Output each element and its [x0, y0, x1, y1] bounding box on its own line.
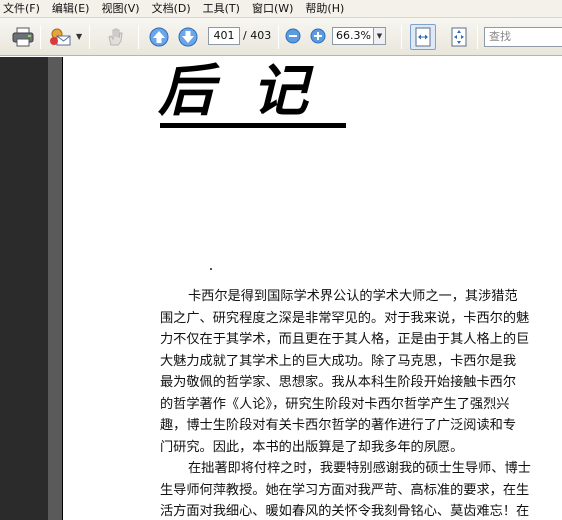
toolbar-separator [477, 25, 478, 49]
toolbar-separator [40, 25, 41, 49]
menu-bar: 文件(F) 编辑(E) 视图(V) 文档(D) 工具(T) 窗口(W) 帮助(H) [0, 0, 562, 18]
fit-width-icon[interactable] [410, 24, 436, 50]
hand-tool-icon[interactable] [102, 24, 128, 50]
menu-item[interactable]: 帮助(H) [300, 0, 351, 18]
text-line: 卡西尔是得到国际学术界公认的学术大师之一，其涉猎范 [188, 289, 518, 304]
text-line: 最为敬佩的哲学家、思想家。我从本科生阶段开始接触卡西尔 [160, 375, 517, 390]
zoom-out-icon[interactable] [285, 28, 301, 44]
text-line: 围之广、研究程度之深是非常罕见的。对于我来说，卡西尔的魅 [160, 310, 530, 326]
text-line: 大魅力成就了其学术上的巨大成功。除了马克思，卡西尔是我 [160, 353, 517, 369]
fit-page-icon[interactable] [446, 24, 472, 50]
menu-item[interactable]: 工具(T) [198, 0, 247, 18]
navigation-pane [0, 57, 48, 520]
print-icon[interactable] [10, 24, 36, 50]
zoom-dropdown-arrow[interactable]: ▼ [374, 27, 386, 45]
menu-item[interactable]: 编辑(E) [47, 0, 97, 18]
email-icon[interactable] [47, 24, 73, 50]
zoom-in-icon[interactable] [310, 28, 326, 44]
text-line: 在拙著即将付梓之时，我要特别感谢我的硕士生导师、博士 [188, 461, 531, 476]
toolbar-separator [138, 25, 139, 49]
page-total: / 403 [243, 29, 272, 42]
text-line: 力不仅在于其学术，而且更在于其人格，正是由于其人格上的巨 [160, 332, 530, 347]
text-line: 门研究。因此，本书的出版算是了却我多年的夙愿。 [160, 439, 464, 455]
title-underline [160, 123, 346, 128]
previous-page-icon[interactable] [148, 26, 170, 48]
email-dropdown-arrow[interactable]: ▼ [76, 32, 82, 41]
toolbar-separator [401, 25, 402, 49]
text-line: 生导师何萍教授。她在学习方面对我严苛、高标准的要求，在生 [160, 482, 530, 498]
page-number-input[interactable]: 401 [208, 27, 240, 45]
text-line: 活方面对我细心、暖如春风的关怀令我刻骨铭心、莫齿难忘！在 [160, 504, 530, 519]
page-title: 后记 [158, 58, 346, 124]
toolbar-separator [89, 25, 90, 49]
toolbar-separator [278, 25, 279, 49]
document-body: 卡西尔是得到国际学术界公认的学术大师之一，其涉猎范围之广、研究程度之深是非常罕见… [160, 286, 560, 520]
menu-item[interactable]: 文档(D) [147, 0, 198, 18]
text-line: 趣，博士生阶段对有关卡西尔哲学的著作进行了广泛阅读和专 [160, 418, 517, 433]
scan-speck [210, 268, 212, 270]
page-gutter [48, 57, 62, 520]
menu-item[interactable]: 文件(F) [0, 0, 47, 18]
search-input[interactable]: 查找 [484, 27, 562, 47]
zoom-level-input[interactable]: 66.3% [332, 27, 374, 45]
text-line: 的哲学著作《人论》，研究生阶段对卡西尔哲学产生了强烈兴 [160, 396, 510, 412]
menu-item[interactable]: 视图(V) [96, 0, 146, 18]
toolbar: ▼ 401 / 403 66.3% ▼ 查找 [0, 18, 562, 56]
menu-item[interactable]: 窗口(W) [247, 0, 300, 18]
next-page-icon[interactable] [177, 26, 199, 48]
